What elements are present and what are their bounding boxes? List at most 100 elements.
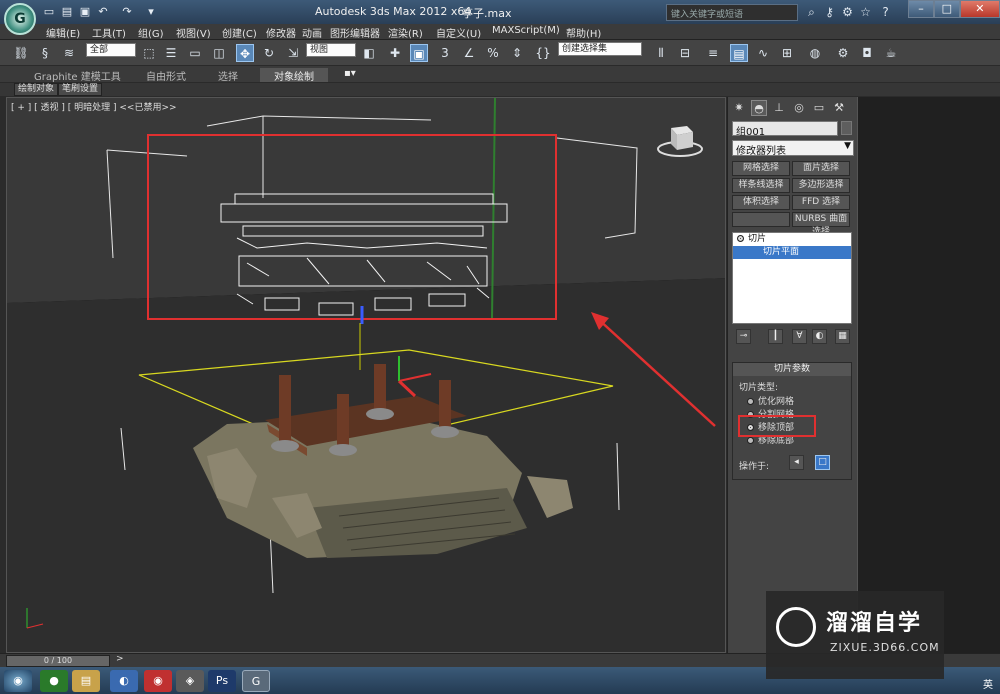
subscription-icon[interactable]: ⚙ — [840, 5, 855, 20]
ribbon-options-icon[interactable]: ▪▾ — [344, 68, 356, 82]
hierarchy-panel-icon[interactable]: ⊥ — [771, 100, 787, 116]
poly-select-button[interactable]: 多边形选择 — [792, 178, 850, 193]
binoculars-icon[interactable]: ⌕ — [804, 5, 819, 20]
menu-views[interactable]: 视图(V) — [176, 25, 211, 40]
maximize-button[interactable]: □ — [933, 0, 960, 18]
mirror-icon[interactable]: ⫴ — [652, 44, 670, 62]
menu-create[interactable]: 创建(C) — [222, 25, 257, 40]
menu-rendering[interactable]: 渲染(R) — [388, 25, 423, 40]
ribbon-tab-selection[interactable]: 选择 — [218, 68, 238, 83]
time-slider[interactable]: 0 / 100 — [6, 655, 110, 667]
render-setup-icon[interactable]: ⚙ — [834, 44, 852, 62]
ref-coord-dropdown[interactable]: 视图 — [306, 43, 356, 57]
undo-icon[interactable]: ↶ — [96, 5, 110, 19]
rollout-title[interactable]: 切片参数 — [733, 363, 851, 376]
angle-snap-icon[interactable]: ∠ — [460, 44, 478, 62]
select-rotate-icon[interactable]: ↻ — [260, 44, 278, 62]
menu-tools[interactable]: 工具(T) — [92, 25, 126, 40]
viewcube[interactable] — [657, 122, 703, 158]
save-icon[interactable]: ▣ — [78, 5, 92, 19]
3dsmax-task-icon[interactable]: G — [242, 670, 270, 692]
perspective-viewport[interactable]: [ + ] [ 透视 ] [ 明暗处理 ] <<已禁用>> — [6, 97, 726, 653]
configure-sets-icon[interactable]: ▦ — [835, 329, 850, 344]
redo-icon[interactable]: ↷ — [120, 5, 134, 19]
object-color-swatch[interactable] — [841, 121, 852, 135]
select-object-icon[interactable]: ⬚ — [140, 44, 158, 62]
select-by-name-icon[interactable]: ☰ — [162, 44, 180, 62]
vol-select-button[interactable]: 体积选择 — [732, 195, 790, 210]
unlink-icon[interactable]: § — [36, 44, 54, 62]
render-teapot-icon[interactable]: ☕ — [882, 44, 900, 62]
browser-icon[interactable]: ◈ — [176, 670, 204, 692]
object-name-field[interactable]: 组001 — [732, 121, 838, 138]
next-frame-icon[interactable]: > — [116, 654, 124, 664]
selection-filter-dropdown[interactable]: 全部 — [86, 43, 136, 57]
music-icon[interactable]: ◉ — [144, 670, 172, 692]
menu-animation[interactable]: 动画 — [302, 25, 322, 40]
snap-toggle-icon[interactable]: 3 — [436, 44, 454, 62]
schematic-view-icon[interactable]: ⊞ — [778, 44, 796, 62]
modifier-list-dropdown[interactable]: 修改器列表 ▼ — [732, 140, 854, 157]
remove-modifier-icon[interactable]: ◐ — [812, 329, 827, 344]
menu-customize[interactable]: 自定义(U) — [436, 25, 481, 40]
patch-select-button[interactable]: 面片选择 — [792, 161, 850, 176]
viewport-label[interactable]: [ + ] [ 透视 ] [ 明暗处理 ] <<已禁用>> — [11, 100, 177, 113]
language-indicator[interactable]: 英 — [983, 676, 993, 691]
new-file-icon[interactable]: ▭ — [42, 5, 56, 19]
app-logo-icon[interactable]: G — [4, 3, 36, 35]
link-icon[interactable]: ⛓ — [12, 44, 30, 62]
pin-stack-icon[interactable]: ⊸ — [736, 329, 751, 344]
ribbon-tab-object-paint[interactable]: 对象绘制 — [260, 68, 328, 83]
ribbon-panel-paint-objects[interactable]: 绘制对象 — [14, 83, 59, 96]
pivot-center-icon[interactable]: ◧ — [360, 44, 378, 62]
nurbs-select-button[interactable]: NURBS 曲面选择 — [792, 212, 850, 237]
show-end-result-icon[interactable]: ┃ — [768, 329, 783, 344]
minimize-button[interactable]: – — [908, 0, 934, 18]
qq-icon[interactable]: ◐ — [110, 670, 138, 692]
window-crossing-icon[interactable]: ◫ — [210, 44, 228, 62]
utilities-panel-icon[interactable]: ⚒ — [831, 100, 847, 116]
dropdown-arrow-icon[interactable]: ▾ — [144, 5, 158, 19]
curve-editor-icon[interactable]: ∿ — [754, 44, 772, 62]
face-mode-button[interactable]: ◂ — [789, 455, 804, 470]
spinner-snap-icon[interactable]: ⇕ — [508, 44, 526, 62]
create-panel-icon[interactable]: ✷ — [731, 100, 747, 116]
edit-named-sel-icon[interactable]: {} — [534, 44, 552, 62]
stack-item-slice-plane[interactable]: 切片平面 — [733, 246, 851, 259]
ribbon-tab-freeform[interactable]: 自由形式 — [146, 68, 186, 83]
ffd-select-button[interactable]: FFD 选择 — [792, 195, 850, 210]
favorites-icon[interactable]: ☆ — [858, 5, 873, 20]
option-refine-mesh[interactable]: 优化网格 — [747, 394, 794, 407]
open-file-icon[interactable]: ▤ — [60, 5, 74, 19]
material-editor-icon[interactable]: ◍ — [806, 44, 824, 62]
align-icon[interactable]: ⊟ — [676, 44, 694, 62]
empty-button[interactable] — [732, 212, 790, 227]
spline-select-button[interactable]: 样条线选择 — [732, 178, 790, 193]
menu-edit[interactable]: 编辑(E) — [46, 25, 80, 40]
close-button[interactable]: ✕ — [959, 0, 1000, 18]
graphite-toggle-icon[interactable]: ▤ — [730, 44, 748, 62]
menu-modifiers[interactable]: 修改器 — [266, 25, 296, 40]
motion-panel-icon[interactable]: ◎ — [791, 100, 807, 116]
taskbar-app-icon[interactable]: ● — [40, 670, 68, 692]
menu-graph-editors[interactable]: 图形编辑器 — [330, 25, 380, 40]
menu-help[interactable]: 帮助(H) — [566, 25, 601, 40]
stack-item-slice[interactable]: 切片 — [733, 233, 851, 246]
light-bulb-icon[interactable] — [737, 235, 744, 242]
bind-spacewarp-icon[interactable]: ≋ — [60, 44, 78, 62]
render-frame-icon[interactable]: ◘ — [858, 44, 876, 62]
search-input[interactable]: 键入关键字或短语 — [666, 4, 798, 21]
keyboard-shortcut-icon[interactable]: ▣ — [410, 44, 428, 62]
explorer-icon[interactable]: ▤ — [72, 670, 100, 692]
layer-manager-icon[interactable]: ≡ — [704, 44, 722, 62]
mesh-select-button[interactable]: 网格选择 — [732, 161, 790, 176]
rect-selection-icon[interactable]: ▭ — [186, 44, 204, 62]
key-icon[interactable]: ⚷ — [822, 5, 837, 20]
photoshop-icon[interactable]: Ps — [208, 670, 236, 692]
menu-group[interactable]: 组(G) — [138, 25, 164, 40]
start-button-icon[interactable]: ◉ — [4, 670, 32, 692]
poly-mode-button[interactable]: □ — [815, 455, 830, 470]
ribbon-tab-graphite[interactable]: Graphite 建模工具 — [34, 68, 121, 83]
percent-snap-icon[interactable]: % — [484, 44, 502, 62]
help-icon[interactable]: ? — [878, 5, 893, 20]
